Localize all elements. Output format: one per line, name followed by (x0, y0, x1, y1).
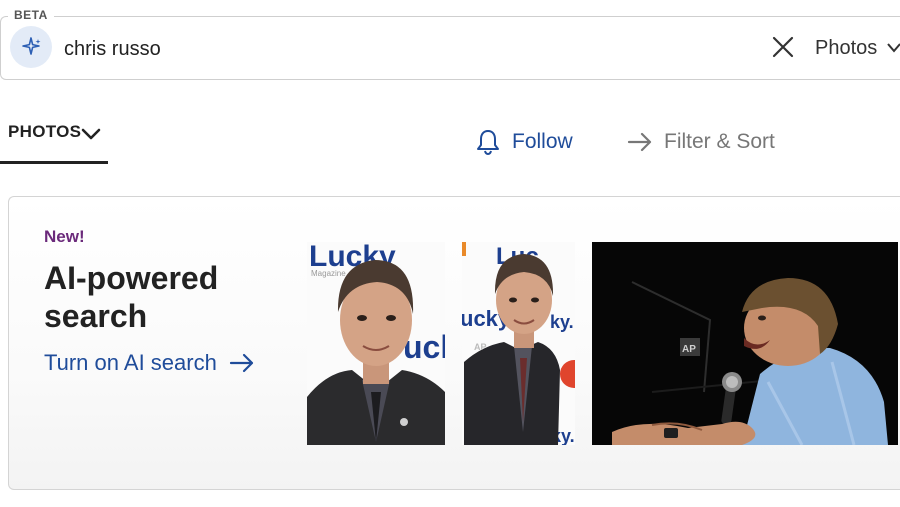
chevron-down-icon[interactable] (886, 40, 900, 56)
clear-search-icon[interactable] (770, 34, 796, 60)
speaker-image: AP (592, 242, 898, 445)
beta-badge: BETA (8, 8, 54, 22)
tab-photos[interactable]: PHOTOS (0, 112, 108, 164)
svg-text:AP: AP (474, 342, 487, 352)
ai-search-promo-card: New! AI-powered search Turn on AI search… (8, 196, 900, 490)
sparkle-icon (22, 37, 41, 55)
new-badge: New! (44, 227, 85, 246)
photo-thumbnail-3[interactable]: AP (592, 242, 898, 445)
svg-text:ky.: ky. (550, 312, 574, 332)
ai-cta-label: Turn on AI search (44, 350, 217, 375)
arrow-right-icon (229, 353, 253, 373)
svg-text:AP: AP (682, 344, 696, 355)
portrait-image: Luc ucky ky. ky. AP (462, 242, 575, 445)
filter-sort-label: Filter & Sort (664, 130, 775, 153)
bell-icon (477, 130, 499, 156)
chevron-down-icon (81, 128, 101, 140)
photo-thumbnail-1[interactable]: Lucky Magazine ucl (307, 242, 445, 445)
portrait-image: Lucky Magazine ucl (307, 242, 445, 445)
photo-thumbnail-2[interactable]: Luc ucky ky. ky. AP (462, 242, 575, 445)
follow-button[interactable]: Follow (474, 126, 573, 158)
follow-label: Follow (512, 130, 573, 153)
ai-sparkle-button[interactable] (10, 26, 52, 68)
filter-sort-button[interactable]: Filter & Sort (626, 126, 775, 158)
search-scope-select[interactable]: Photos (815, 36, 877, 60)
ai-promo-title: AI-powered search (44, 260, 219, 334)
svg-text:Magazine: Magazine (311, 269, 346, 278)
tab-photos-label: PHOTOS (8, 122, 82, 141)
search-input[interactable]: chris russo (64, 37, 161, 61)
arrow-right-icon (627, 132, 652, 152)
turn-on-ai-search-link[interactable]: Turn on AI search (44, 347, 255, 379)
